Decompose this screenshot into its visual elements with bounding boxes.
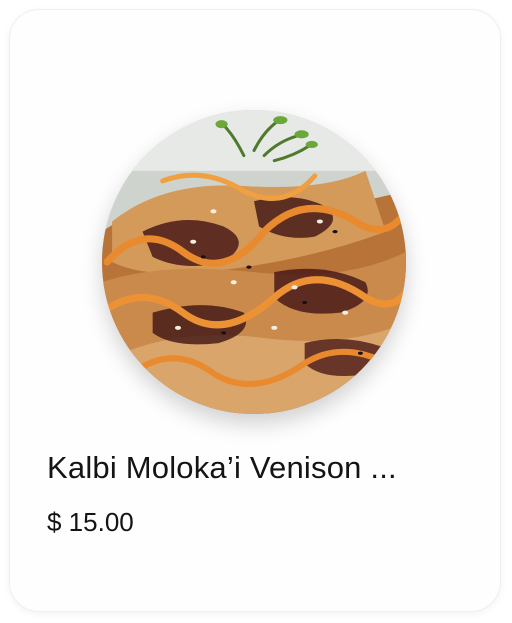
dish-photo[interactable] (102, 110, 406, 414)
dish-price: $ 15.00 (47, 507, 134, 537)
food-photo-icon (102, 110, 406, 414)
menu-item-card[interactable]: Kalbi Moloka’i Venison ... $ 15.00 (9, 9, 501, 612)
dish-name: Kalbi Moloka’i Venison ... (47, 450, 397, 485)
